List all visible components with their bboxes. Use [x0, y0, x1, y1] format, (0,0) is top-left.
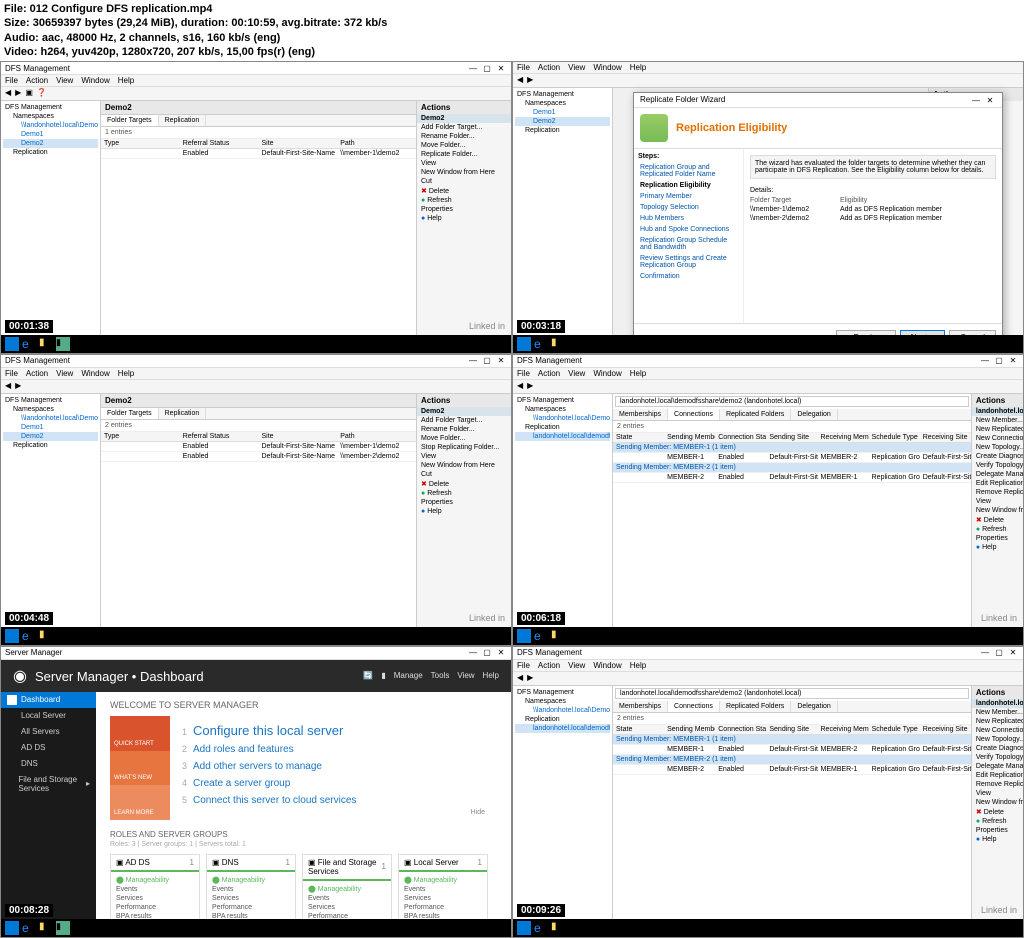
menubar[interactable]: FileActionViewWindowHelp: [513, 62, 1023, 74]
frame-3: DFS Management —▢✕ FileActionViewWindowH…: [0, 354, 512, 646]
file-info-header: File: 012 Configure DFS replication.mp4 …: [0, 0, 1024, 61]
frame-4: DFS Management —▢✕ FileActionViewWindowH…: [512, 354, 1024, 646]
content-title: Demo2: [101, 101, 416, 115]
max-button[interactable]: ▢: [481, 63, 493, 73]
create-group-link[interactable]: 4Create a server group: [182, 775, 485, 792]
taskbar-icon: ▮: [56, 337, 70, 351]
watermark: Linked in: [469, 321, 505, 331]
frame-2: FileActionViewWindowHelp ◀▶ DFS Manageme…: [512, 61, 1024, 353]
frame-6: DFS Management —▢✕ FileActionViewWindowH…: [512, 646, 1024, 938]
frame-5: Server Manager —▢✕ ◉Server Manager • Das…: [0, 646, 512, 938]
wizard-steps[interactable]: Steps: Replication Group and Replicated …: [634, 149, 744, 323]
taskbar[interactable]: e ▮ ▮: [1, 335, 511, 353]
address-bar[interactable]: landonhotel.local\demodfsshare\demo2 (la…: [615, 396, 969, 407]
timestamp: 00:01:38: [5, 320, 53, 333]
sm-menu[interactable]: 🔄▮ManageToolsViewHelp: [355, 671, 499, 680]
table-header[interactable]: TypeReferral StatusSitePath: [101, 139, 416, 149]
add-roles-link[interactable]: 2Add roles and features: [182, 741, 485, 758]
taskbar[interactable]: e▮: [513, 335, 1023, 353]
timestamp: 00:03:18: [517, 320, 565, 333]
sm-sidebar[interactable]: Dashboard Local Server All Servers AD DS…: [1, 692, 96, 938]
menubar[interactable]: FileActionViewWindowHelp: [1, 75, 511, 87]
start-button: [5, 337, 19, 351]
wizard-icon: [640, 114, 668, 142]
frame-1: DFS Management —▢✕ FileActionViewWindowH…: [0, 61, 512, 353]
wiz-min[interactable]: —: [970, 95, 982, 105]
tabs[interactable]: Folder TargetsReplication: [101, 115, 416, 127]
app-title: DFS Management: [5, 64, 70, 73]
min-button[interactable]: —: [467, 63, 479, 73]
toolbar[interactable]: ◀▶▣❓: [1, 87, 511, 101]
sm-breadcrumb: ◉Server Manager • Dashboard: [13, 666, 204, 686]
nav-tree[interactable]: DFS Management Namespaces \\landonhotel.…: [1, 101, 101, 352]
cloud-link[interactable]: 5Connect this server to cloud services: [182, 792, 485, 809]
hide-link[interactable]: Hide: [182, 809, 485, 816]
file-line: File: 012 Configure DFS replication.mp4: [4, 2, 1020, 16]
wiz-close[interactable]: ✕: [984, 95, 996, 105]
table-row[interactable]: EnabledDefault-First-Site-Name\\member-1…: [101, 149, 416, 159]
ie-icon: e: [22, 337, 36, 351]
size-line: Size: 30659397 bytes (29,24 MiB), durati…: [4, 16, 1020, 30]
close-button[interactable]: ✕: [495, 63, 507, 73]
configure-link[interactable]: 1Configure this local server: [182, 720, 485, 741]
video-line: Video: h264, yuv420p, 1280x720, 207 kb/s…: [4, 45, 1020, 59]
audio-line: Audio: aac, 48000 Hz, 2 channels, s16, 1…: [4, 31, 1020, 45]
replicate-folder-wizard: Replicate Folder Wizard —✕ Replication E…: [633, 92, 1003, 352]
explorer-icon: ▮: [39, 337, 53, 351]
add-servers-link[interactable]: 3Add other servers to manage: [182, 758, 485, 775]
actions-pane: Actions Demo2 Add Folder Target... Renam…: [416, 101, 511, 352]
